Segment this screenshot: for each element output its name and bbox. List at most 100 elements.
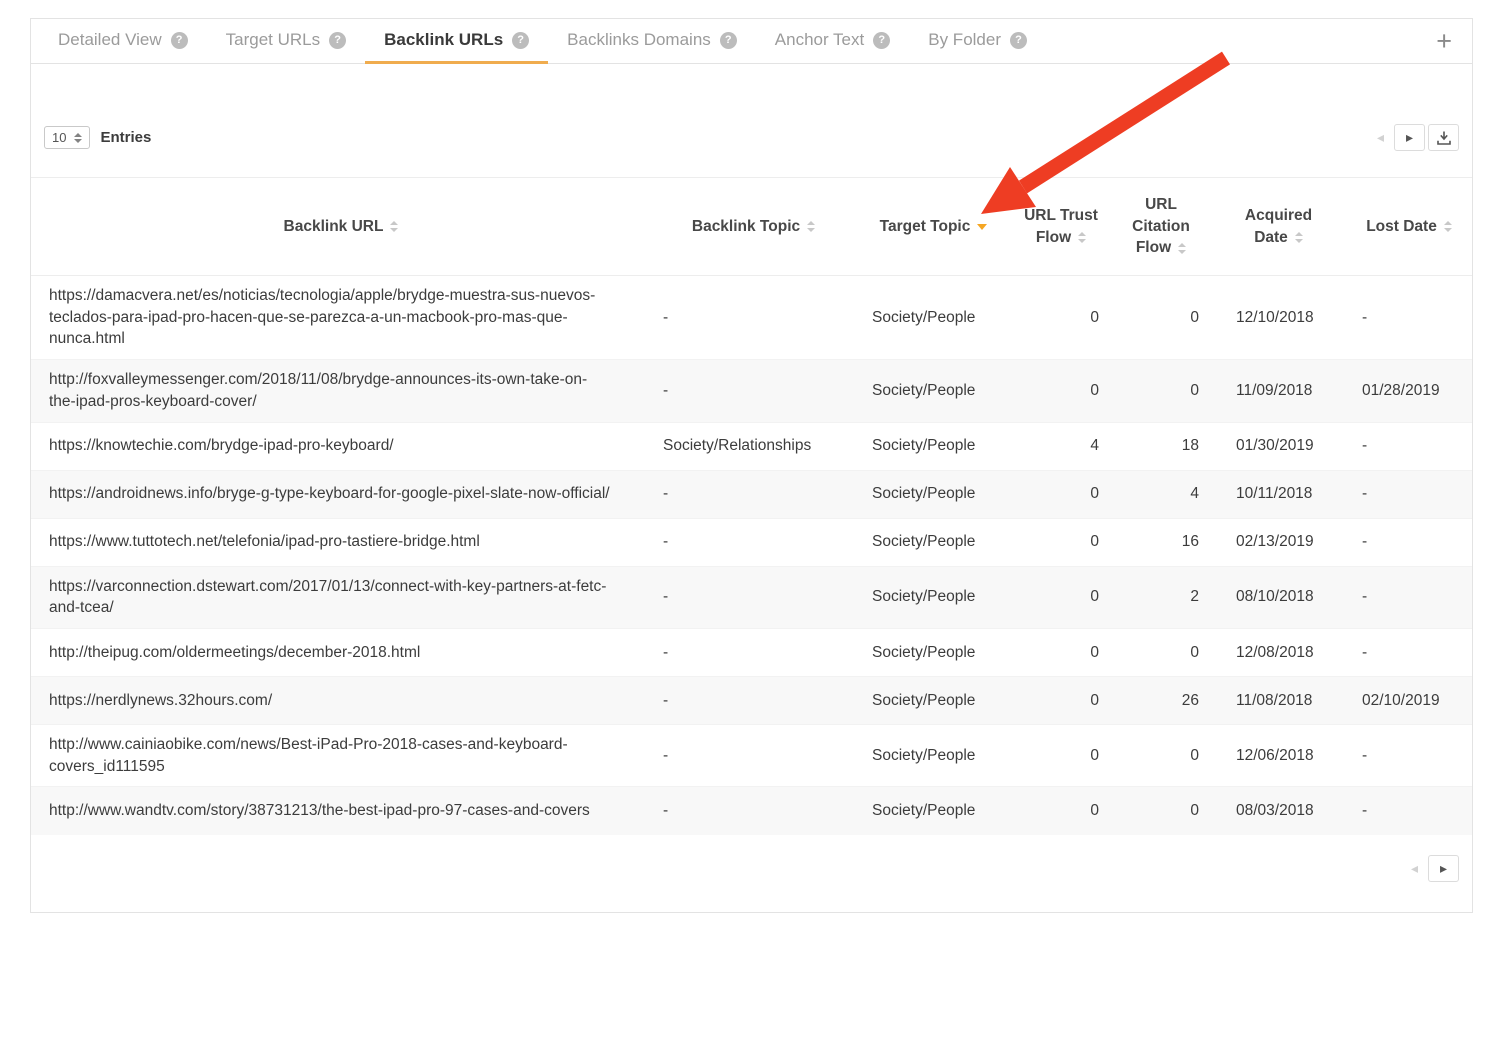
backlink-topic-cell: -: [663, 308, 669, 326]
lost-date-cell: -: [1362, 308, 1368, 326]
backlink-url-cell[interactable]: https://varconnection.dstewart.com/2017/…: [31, 565, 651, 629]
table-row: http://foxvalleymessenger.com/2018/11/08…: [31, 359, 1472, 422]
table-body: https://damacvera.net/es/noticias/tecnol…: [31, 276, 1472, 835]
table-row: http://www.wandtv.com/story/38731213/the…: [31, 786, 1472, 835]
column-header-target-topic[interactable]: Target Topic: [856, 176, 1011, 277]
help-icon[interactable]: ?: [170, 31, 188, 49]
tab-label: Detailed View: [58, 30, 162, 49]
stepper-icon: [74, 132, 83, 143]
table-row: https://nerdlynews.32hours.com/ - Societ…: [31, 675, 1472, 725]
tab-label: Backlink URLs: [384, 30, 504, 49]
backlink-url-cell[interactable]: http://www.cainiaobike.com/news/Best-iPa…: [31, 723, 651, 787]
sort-icon: [1178, 242, 1187, 254]
backlink-topic-cell: -: [651, 565, 856, 629]
column-header-lost-date[interactable]: Lost Date: [1346, 176, 1472, 277]
tab-label: Anchor Text: [774, 30, 865, 49]
lost-date-cell: -: [1346, 786, 1472, 835]
prev-page-icon[interactable]: ◂: [1404, 860, 1425, 877]
column-header-acquired-date[interactable]: Acquired Date: [1211, 176, 1346, 277]
backlink-topic-cell: Society/Relationships: [651, 421, 856, 470]
target-topic-cell: Society/People: [856, 469, 1011, 518]
table-row: https://androidnews.info/bryge-g-type-ke…: [31, 469, 1472, 518]
trust-flow-cell: 0: [1011, 359, 1111, 422]
trust-flow-cell: 4: [1011, 421, 1111, 470]
citation-flow-cell: 18: [1111, 421, 1211, 470]
column-label: Backlink URL: [283, 217, 384, 235]
citation-flow-cell: 16: [1111, 517, 1211, 566]
citation-flow-cell: 0: [1190, 308, 1199, 326]
tab-anchor-text[interactable]: Anchor Text ?: [756, 19, 909, 64]
target-topic-cell: Society/People: [856, 517, 1011, 566]
backlink-url-cell[interactable]: http://theipug.com/oldermeetings/decembe…: [31, 627, 651, 677]
help-icon[interactable]: ?: [512, 31, 530, 49]
help-icon[interactable]: ?: [873, 31, 891, 49]
column-label: Backlink Topic: [691, 217, 801, 235]
table-row: https://varconnection.dstewart.com/2017/…: [31, 565, 1472, 629]
acquired-date-cell: 08/10/2018: [1211, 565, 1346, 629]
target-topic-cell: Society/People: [856, 565, 1011, 629]
download-button[interactable]: [1428, 124, 1459, 151]
backlink-url-cell[interactable]: http://foxvalleymessenger.com/2018/11/08…: [31, 359, 651, 422]
backlink-url-cell[interactable]: https://nerdlynews.32hours.com/: [31, 675, 651, 725]
table-header: Backlink URL Backlink Topic Target Topic…: [31, 176, 1472, 277]
backlink-url-cell[interactable]: https://damacvera.net/es/noticias/tecnol…: [31, 276, 651, 360]
column-header-backlink-topic[interactable]: Backlink Topic: [651, 176, 856, 277]
add-icon[interactable]: +: [1424, 27, 1464, 55]
backlink-topic-cell: -: [651, 723, 856, 787]
entries-label: Entries: [100, 129, 152, 146]
next-page-button[interactable]: ▸: [1428, 854, 1459, 882]
trust-flow-cell: 0: [1011, 723, 1111, 787]
tab-label: Target URLs: [225, 30, 321, 49]
tab-target-urls[interactable]: Target URLs ?: [207, 19, 365, 64]
help-icon[interactable]: ?: [719, 31, 737, 49]
trust-flow-cell: 0: [1011, 565, 1111, 629]
acquired-date-cell: 12/10/2018: [1236, 308, 1314, 326]
entries-per-page-select[interactable]: 10: [44, 126, 91, 149]
citation-flow-cell: 4: [1111, 469, 1211, 518]
backlinks-table: Backlink URL Backlink Topic Target Topic…: [31, 176, 1472, 835]
target-topic-cell: Society/People: [856, 421, 1011, 470]
tab-by-folder[interactable]: By Folder ?: [909, 19, 1046, 64]
tab-label: By Folder: [928, 30, 1001, 49]
trust-flow-cell: 0: [1090, 308, 1099, 326]
backlink-url-cell[interactable]: https://knowtechie.com/brydge-ipad-pro-k…: [31, 421, 651, 470]
lost-date-cell: -: [1346, 565, 1472, 629]
table-row: https://knowtechie.com/brydge-ipad-pro-k…: [31, 421, 1472, 470]
sort-icon: [807, 221, 816, 233]
trust-flow-cell: 0: [1011, 517, 1111, 566]
next-page-button[interactable]: ▸: [1394, 124, 1425, 151]
target-topic-cell: Society/People: [856, 675, 1011, 725]
download-icon: [1436, 131, 1451, 145]
sort-desc-icon: [977, 223, 988, 230]
entries-value: 10: [52, 130, 67, 145]
trust-flow-cell: 0: [1011, 786, 1111, 835]
backlink-topic-cell: -: [651, 469, 856, 518]
backlink-url-cell[interactable]: https://www.tuttotech.net/telefonia/ipad…: [31, 517, 651, 566]
table-row: http://theipug.com/oldermeetings/decembe…: [31, 627, 1472, 677]
column-header-url-citation-flow[interactable]: URL Citation Flow: [1111, 176, 1211, 277]
backlink-topic-cell: -: [651, 359, 856, 422]
column-label: Target Topic: [879, 217, 971, 235]
help-icon[interactable]: ?: [1010, 31, 1027, 49]
tab-backlinks-domains[interactable]: Backlinks Domains ?: [548, 19, 756, 64]
bottom-pager: ◂ ▸: [31, 835, 1472, 912]
target-topic-cell: Society/People: [856, 359, 1011, 422]
citation-flow-cell: 26: [1111, 675, 1211, 725]
backlink-url-cell[interactable]: http://www.wandtv.com/story/38731213/the…: [31, 786, 651, 835]
sort-icon: [1443, 221, 1452, 233]
column-label: Lost Date: [1366, 217, 1437, 235]
target-topic-cell: Society/People: [856, 627, 1011, 677]
backlink-url-cell[interactable]: https://androidnews.info/bryge-g-type-ke…: [31, 469, 651, 518]
help-icon[interactable]: ?: [329, 31, 347, 49]
target-topic-cell: Society/People: [856, 723, 1011, 787]
trust-flow-cell: 0: [1011, 627, 1111, 677]
target-topic-cell: Society/People: [872, 308, 976, 326]
acquired-date-cell: 10/11/2018: [1211, 469, 1346, 518]
tab-backlink-urls[interactable]: Backlink URLs ?: [365, 19, 549, 64]
top-pager: ◂ ▸: [1370, 124, 1459, 151]
prev-page-icon[interactable]: ◂: [1370, 129, 1391, 146]
tab-bar: Detailed View ? Target URLs ? Backlink U…: [31, 19, 1472, 64]
tab-detailed-view[interactable]: Detailed View ?: [39, 19, 207, 64]
column-header-backlink-url[interactable]: Backlink URL: [31, 176, 651, 277]
column-header-url-trust-flow[interactable]: URL Trust Flow: [1011, 176, 1111, 277]
